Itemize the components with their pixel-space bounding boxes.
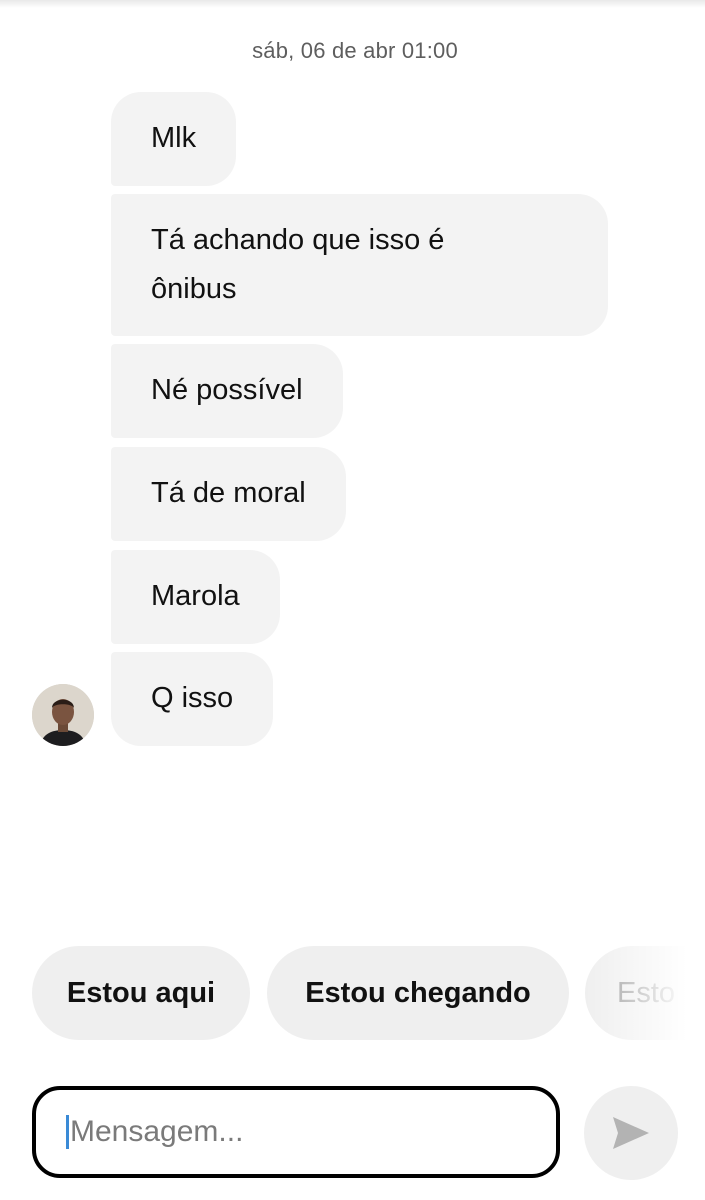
send-button[interactable]: [584, 1086, 678, 1180]
conversation-timestamp: sáb, 06 de abr 01:00: [252, 38, 458, 63]
quick-reply-chip[interactable]: Esto: [585, 946, 705, 1040]
text-cursor: [66, 1115, 69, 1149]
send-arrow-icon: [613, 1117, 649, 1149]
message-input[interactable]: [70, 1115, 490, 1149]
message-bubble: Q isso: [111, 652, 274, 746]
person-photo-icon: [32, 684, 94, 746]
message-input-container[interactable]: [32, 1086, 560, 1178]
message-bubble: Marola: [111, 550, 280, 644]
contact-avatar[interactable]: [32, 684, 94, 746]
message-bubble: Mlk: [111, 92, 237, 186]
quick-reply-chip[interactable]: Estou chegando: [267, 946, 569, 1040]
message-bubble: Tá de moral: [111, 447, 346, 541]
quick-replies: Estou aqui Estou chegando Esto: [32, 946, 705, 1042]
message-bubble: Tá achando que isso é ônibus: [111, 194, 608, 336]
message-bubble: Né possível: [111, 344, 343, 438]
quick-reply-chip[interactable]: Estou aqui: [32, 946, 250, 1040]
top-divider: [0, 0, 705, 8]
